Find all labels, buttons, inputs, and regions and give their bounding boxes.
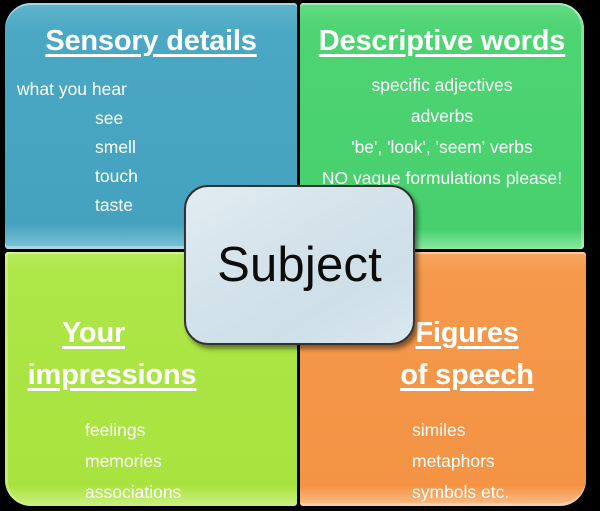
- quadrant-descriptive-words-list: specific adjectives adverbs 'be', 'look'…: [304, 75, 580, 199]
- list-item: feelings: [85, 420, 146, 440]
- mind-map-diagram: Sensory details what you hear see smell …: [0, 0, 600, 511]
- quadrant-your-impressions-list: feelings memories associations: [85, 420, 285, 506]
- list-item: metaphors: [412, 451, 495, 471]
- list-item: see: [95, 108, 124, 128]
- center-subject-label: Subject: [217, 237, 382, 292]
- list-item: adverbs: [410, 106, 474, 126]
- list-item: associations: [85, 482, 182, 502]
- list-item: touch: [95, 166, 138, 186]
- list-item: specific adjectives: [371, 75, 513, 95]
- list-item: smell: [95, 137, 136, 157]
- list-item: 'be', 'look', 'seem' verbs: [351, 137, 533, 157]
- quadrant-descriptive-words-title: Descriptive words: [318, 25, 566, 57]
- list-item: what you hear: [17, 79, 127, 99]
- list-item: similes: [412, 420, 466, 440]
- center-subject-node[interactable]: Subject: [184, 185, 415, 345]
- quadrant-your-impressions-title-line2: impressions: [27, 359, 197, 392]
- list-item: memories: [85, 451, 162, 471]
- quadrant-figures-of-speech-list: similes metaphors symbols etc.: [412, 420, 586, 506]
- list-item: symbols etc.: [412, 482, 510, 502]
- quadrant-figures-of-speech-title-line2: of speech: [400, 359, 534, 392]
- quadrant-sensory-details-title: Sensory details: [45, 25, 257, 57]
